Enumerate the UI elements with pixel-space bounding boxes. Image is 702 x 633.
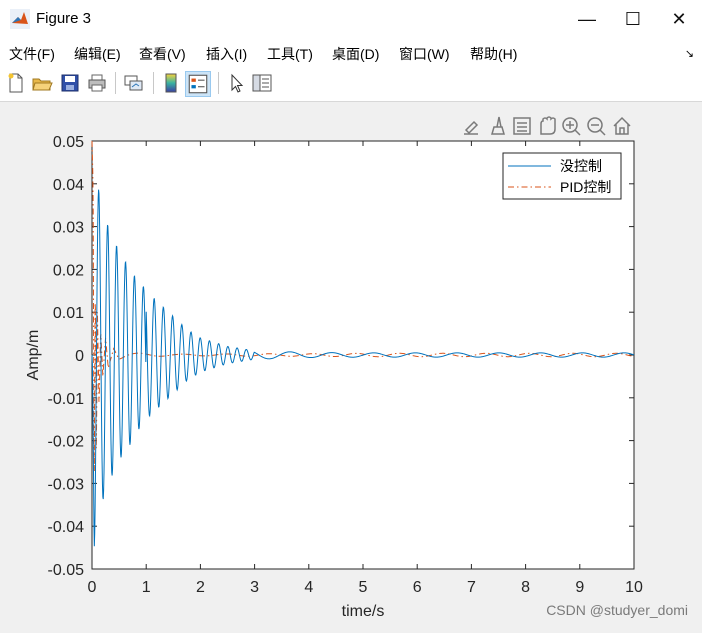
link-plot-icon[interactable] — [123, 72, 145, 94]
toolbar-separator — [218, 72, 219, 94]
legend-label-pid: PID控制 — [560, 179, 611, 195]
x-tick-label: 1 — [142, 579, 151, 596]
y-tick-labels: 0.05 0.04 0.03 0.02 0.01 0 -0.01 -0.02 -0.03 -0.0… — [48, 134, 85, 579]
y-tick-label: 0.03 — [53, 220, 84, 237]
menu-edit[interactable]: 编辑(E) — [74, 44, 121, 64]
title-bar: Figure 3 — ☐ ✕ — [0, 0, 702, 38]
x-tick-label: 7 — [467, 579, 476, 596]
y-tick-label: 0.05 — [53, 134, 84, 151]
axes-toolbar — [464, 116, 631, 136]
y-tick-label: -0.05 — [48, 562, 85, 579]
window-title: Figure 3 — [36, 10, 92, 27]
zoom-out-icon[interactable] — [587, 117, 606, 136]
matlab-logo-icon — [10, 9, 30, 29]
print-icon[interactable] — [86, 72, 108, 94]
y-tick-label: -0.02 — [48, 434, 85, 451]
x-tick-label: 3 — [250, 579, 259, 596]
menu-bar: 文件(F) 编辑(E) 查看(V) 插入(I) 工具(T) 桌面(D) 窗口(W… — [0, 38, 702, 66]
watermark: CSDN @studyer_domi — [546, 602, 688, 618]
x-tick-label: 6 — [413, 579, 422, 596]
x-axis-label: time/s — [342, 603, 385, 620]
y-axis-label: Amp/m — [25, 330, 42, 381]
close-button[interactable]: ✕ — [656, 0, 702, 38]
pointer-icon[interactable] — [225, 72, 247, 94]
x-tick-label: 8 — [521, 579, 530, 596]
y-tick-label: 0.02 — [53, 262, 84, 279]
menu-insert[interactable]: 插入(I) — [206, 44, 247, 64]
home-icon[interactable] — [613, 116, 631, 135]
toolbar-separator — [115, 72, 116, 94]
x-tick-label: 5 — [359, 579, 368, 596]
y-tick-label: -0.01 — [48, 391, 85, 408]
maximize-button[interactable]: ☐ — [610, 0, 656, 38]
open-file-icon[interactable] — [31, 72, 53, 94]
x-tick-label: 10 — [625, 579, 643, 596]
pan-icon[interactable] — [540, 116, 556, 135]
menu-help[interactable]: 帮助(H) — [470, 44, 517, 64]
y-tick-label: 0.04 — [53, 177, 84, 194]
y-tick-label: -0.04 — [48, 519, 85, 536]
legend-label-no-control: 没控制 — [560, 158, 602, 174]
menu-view[interactable]: 查看(V) — [139, 44, 186, 64]
menu-window[interactable]: 窗口(W) — [399, 44, 450, 64]
legend-button[interactable] — [185, 71, 211, 97]
menu-desktop[interactable]: 桌面(D) — [332, 44, 379, 64]
x-tick-label: 9 — [575, 579, 584, 596]
export-icon[interactable] — [464, 120, 479, 135]
legend-icon — [188, 74, 208, 94]
menu-tools[interactable]: 工具(T) — [267, 44, 313, 64]
property-editor-icon[interactable] — [251, 72, 273, 94]
save-icon[interactable] — [59, 72, 81, 94]
y-tick-label: -0.03 — [48, 476, 85, 493]
new-figure-icon[interactable] — [5, 72, 27, 94]
figure-toolbar — [0, 66, 702, 102]
minimize-button[interactable]: — — [564, 0, 610, 38]
menu-overflow-icon[interactable]: ↘ — [685, 47, 694, 60]
x-tick-label: 2 — [196, 579, 205, 596]
y-tick-label: 0.01 — [53, 305, 84, 322]
y-tick-label: 0 — [75, 348, 84, 365]
legend[interactable]: 没控制 PID控制 — [502, 152, 622, 200]
x-tick-labels: 0 1 2 3 4 5 6 7 8 9 10 — [88, 579, 643, 596]
zoom-in-icon[interactable] — [562, 117, 581, 136]
menu-file[interactable]: 文件(F) — [9, 44, 55, 64]
toolbar-separator — [153, 72, 154, 94]
data-tips-icon[interactable] — [513, 117, 531, 135]
line-chart: 0 1 2 3 4 5 6 7 8 9 10 0.05 0.04 0.03 0.02 0.01 0 -0.01 -… — [25, 116, 643, 620]
figure-canvas: 0 1 2 3 4 5 6 7 8 9 10 0.05 0.04 0.03 0.02 0.01 0 -0.01 -… — [0, 102, 702, 628]
x-tick-label: 0 — [88, 579, 97, 596]
brush-icon[interactable] — [491, 116, 505, 135]
colorbar-icon[interactable] — [160, 72, 182, 94]
x-tick-label: 4 — [304, 579, 313, 596]
